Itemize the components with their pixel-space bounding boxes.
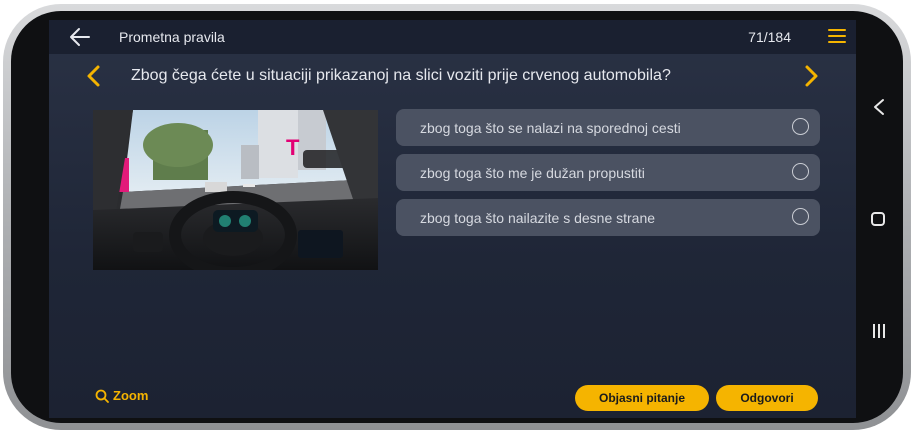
situation-image: T	[93, 110, 378, 270]
car-interior-scene: T	[93, 110, 378, 270]
app-title: Prometna pravila	[119, 29, 225, 45]
answer-button[interactable]: Odgovori	[716, 385, 818, 411]
top-bar: Prometna pravila 71/184	[49, 20, 856, 54]
answer-option[interactable]: zbog toga što me je dužan propustiti	[396, 154, 820, 191]
system-recent-apps-icon[interactable]	[871, 323, 887, 339]
answer-label: zbog toga što nailazite s desne strane	[420, 210, 656, 226]
radio-icon[interactable]	[792, 118, 809, 135]
answer-label: zbog toga što se nalazi na sporednoj ces…	[420, 120, 681, 136]
answer-option[interactable]: zbog toga što se nalazi na sporednoj ces…	[396, 109, 820, 146]
question-text: Zbog čega ćete u situaciji prikazanoj na…	[131, 67, 671, 84]
radio-icon[interactable]	[792, 163, 809, 180]
previous-question-icon[interactable]	[85, 64, 101, 88]
answer-option[interactable]: zbog toga što nailazite s desne strane	[396, 199, 820, 236]
answer-label: zbog toga što me je dužan propustiti	[420, 165, 645, 181]
search-icon	[95, 389, 109, 403]
zoom-button[interactable]: Zoom	[95, 388, 148, 403]
question-counter: 71/184	[748, 29, 791, 45]
radio-icon[interactable]	[792, 208, 809, 225]
system-back-icon[interactable]	[872, 98, 886, 116]
next-question-icon[interactable]	[804, 64, 820, 88]
system-home-icon[interactable]	[871, 212, 885, 226]
back-arrow-icon[interactable]	[69, 27, 91, 47]
svg-text:T: T	[286, 135, 300, 160]
explain-question-button[interactable]: Objasni pitanje	[575, 385, 709, 411]
zoom-label: Zoom	[113, 388, 149, 403]
app-screen: Prometna pravila 71/184 Zbog čega ćete u…	[49, 20, 856, 418]
menu-icon[interactable]	[828, 29, 846, 43]
